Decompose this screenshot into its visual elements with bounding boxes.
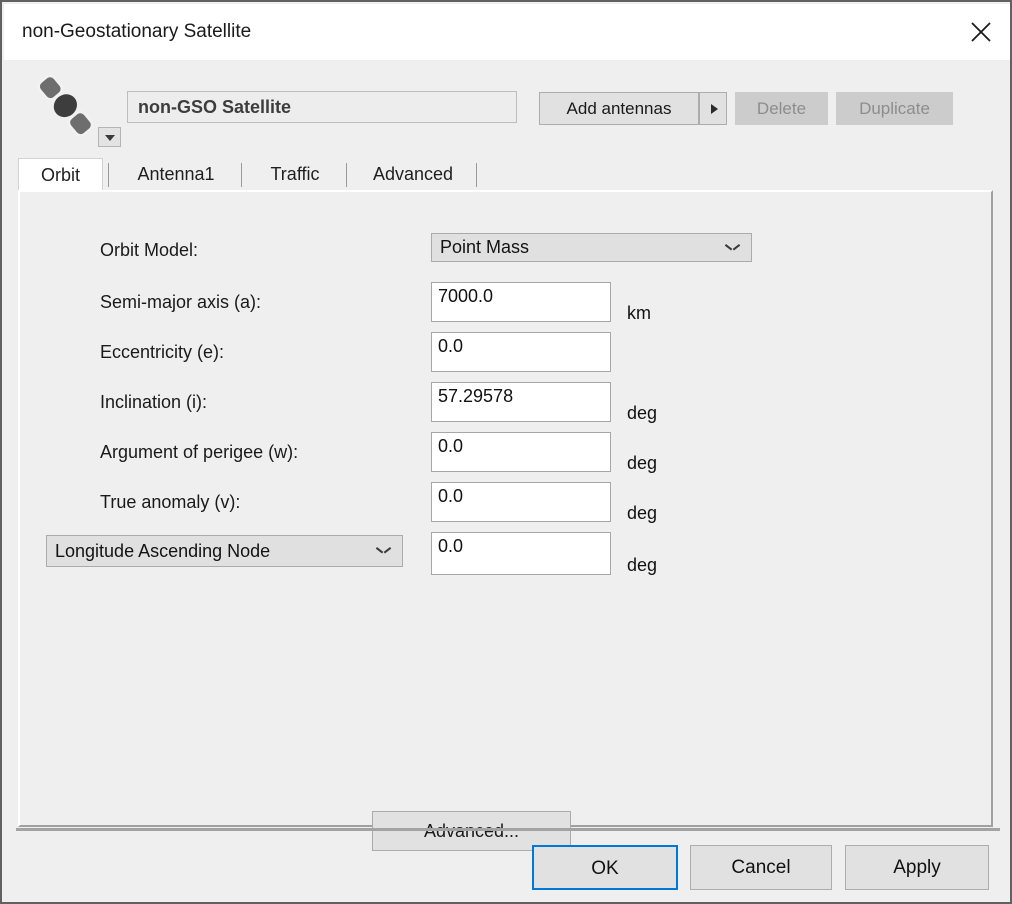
- triangle-right-icon: [711, 104, 718, 114]
- footer-separator: [16, 828, 1000, 831]
- node-unit: deg: [627, 555, 658, 575]
- argument-of-perigee-label: Argument of perigee (w):: [100, 442, 299, 462]
- eccentricity-label: Eccentricity (e):: [100, 342, 225, 362]
- add-antennas-button[interactable]: Add antennas: [539, 92, 699, 125]
- add-antennas-dropdown-button[interactable]: [699, 92, 727, 125]
- argument-of-perigee-unit: deg: [627, 453, 658, 473]
- triangle-down-icon: [105, 135, 115, 141]
- non-geostationary-satellite-dialog: non-Geostationary Satellite non-GSO Sate…: [0, 0, 1012, 904]
- apply-button[interactable]: Apply: [845, 845, 989, 890]
- tab-separator: [108, 163, 109, 187]
- true-anomaly-unit: deg: [627, 503, 658, 523]
- ok-button[interactable]: OK: [532, 845, 678, 890]
- close-glyph: [971, 22, 991, 42]
- tab-antenna1[interactable]: Antenna1: [116, 158, 236, 191]
- semi-major-axis-unit: km: [627, 303, 651, 323]
- window-title: non-Geostationary Satellite: [22, 21, 252, 42]
- cancel-button[interactable]: Cancel: [690, 845, 832, 890]
- semi-major-axis-input[interactable]: 7000.0: [431, 282, 611, 322]
- tabstrip: Orbit Antenna1 Traffic Advanced: [18, 158, 993, 191]
- chevron-down-icon: [727, 244, 738, 251]
- satellite-name-field[interactable]: non-GSO Satellite: [127, 91, 517, 123]
- tab-separator: [476, 163, 477, 187]
- duplicate-button[interactable]: Duplicate: [836, 92, 953, 125]
- node-value-input[interactable]: 0.0: [431, 532, 611, 575]
- true-anomaly-label: True anomaly (v):: [100, 492, 241, 512]
- chevron-down-icon: [378, 547, 389, 554]
- eccentricity-input[interactable]: 0.0: [431, 332, 611, 372]
- orbit-model-select[interactable]: Point Mass: [431, 233, 752, 262]
- orbit-tab-panel: Orbit Model: Point Mass Semi-major axis …: [18, 190, 993, 851]
- tab-orbit[interactable]: Orbit: [18, 158, 103, 191]
- orbit-model-label: Orbit Model:: [100, 240, 199, 260]
- inclination-input[interactable]: 57.29578: [431, 382, 611, 422]
- tab-traffic[interactable]: Traffic: [249, 158, 341, 191]
- delete-button[interactable]: Delete: [735, 92, 828, 125]
- tab-separator: [346, 163, 347, 187]
- satellite-icon: [30, 70, 100, 142]
- tab-advanced[interactable]: Advanced: [354, 158, 472, 191]
- node-type-select[interactable]: Longitude Ascending Node: [46, 535, 403, 567]
- inclination-label: Inclination (i):: [100, 392, 208, 412]
- argument-of-perigee-input[interactable]: 0.0: [431, 432, 611, 472]
- satellite-name-dropdown-button[interactable]: [98, 127, 121, 147]
- true-anomaly-input[interactable]: 0.0: [431, 482, 611, 522]
- inclination-unit: deg: [627, 403, 658, 423]
- satellite-glyph: [37, 74, 94, 137]
- semi-major-axis-label: Semi-major axis (a):: [100, 292, 262, 312]
- tab-separator: [241, 163, 242, 187]
- titlebar: non-Geostationary Satellite: [4, 4, 1010, 60]
- close-icon[interactable]: [952, 4, 1010, 60]
